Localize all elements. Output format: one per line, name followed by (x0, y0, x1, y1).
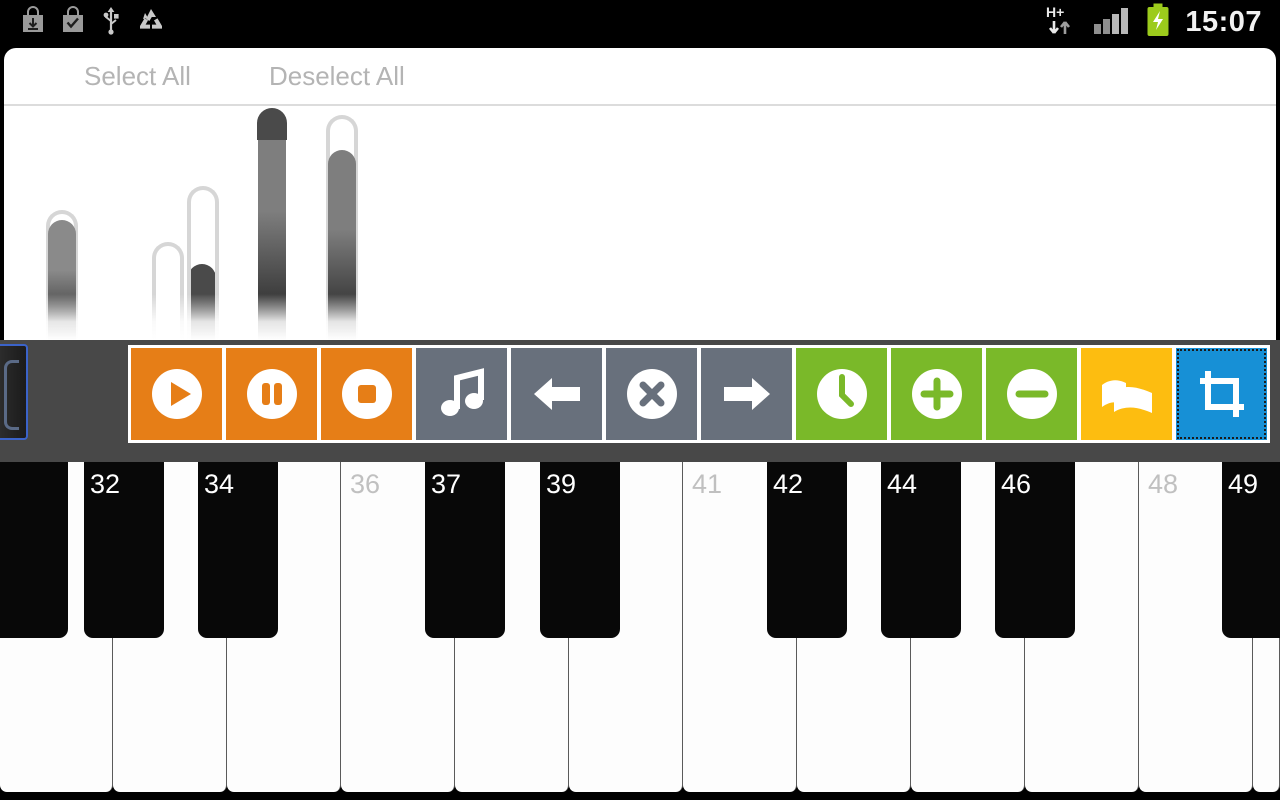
status-bar-left-icons (0, 5, 166, 40)
open-button[interactable] (1081, 348, 1172, 440)
stop-button[interactable] (321, 348, 412, 440)
close-circle-icon (621, 363, 683, 425)
music-note-icon (431, 363, 493, 425)
note-button[interactable] (416, 348, 507, 440)
piano-black-key[interactable] (1222, 462, 1280, 638)
back-button[interactable] (511, 348, 602, 440)
slider-panel: Select All Deselect All (4, 48, 1276, 340)
select-all-button[interactable]: Select All (84, 63, 191, 89)
crop-button[interactable] (1176, 348, 1267, 440)
bar-fill[interactable] (48, 220, 76, 340)
battery-charging-icon (1145, 3, 1171, 42)
usb-icon (100, 5, 122, 40)
play-icon (146, 363, 208, 425)
recycle-icon (136, 6, 166, 39)
piano-black-key[interactable] (881, 462, 961, 638)
scroll-left-stub[interactable] (0, 344, 28, 440)
piano-black-key[interactable] (540, 462, 620, 638)
delete-button[interactable] (606, 348, 697, 440)
piano-black-key[interactable] (0, 462, 68, 638)
panel-header: Select All Deselect All (4, 48, 1276, 106)
bar-knob[interactable] (257, 108, 287, 340)
clock-icon (811, 363, 873, 425)
deselect-all-button[interactable]: Deselect All (269, 63, 405, 89)
play-button[interactable] (131, 348, 222, 440)
app-root: H+ 15:07 Select All Deselect All 36 41 4… (0, 0, 1280, 800)
pause-button[interactable] (226, 348, 317, 440)
hsdpa-data-icon: H+ (1043, 3, 1079, 42)
piano-black-key[interactable] (767, 462, 847, 638)
action-toolbar[interactable] (128, 345, 1270, 443)
download-bag-icon (20, 5, 46, 39)
crop-icon (1191, 363, 1253, 425)
bar-fill[interactable] (328, 150, 356, 340)
bar-track[interactable] (152, 242, 184, 340)
bar-track[interactable] (187, 186, 219, 340)
arrow-left-icon (526, 363, 588, 425)
svg-text:H+: H+ (1046, 4, 1064, 20)
arrow-right-icon (716, 363, 778, 425)
plus-circle-icon (906, 363, 968, 425)
stop-icon (336, 363, 398, 425)
status-bar-right-icons: H+ 15:07 (1043, 3, 1280, 42)
status-clock: 15:07 (1185, 5, 1262, 38)
piano-keyboard[interactable]: 36 41 48 32 34 37 39 42 44 46 49 (0, 462, 1280, 800)
folder-open-icon (1096, 363, 1158, 425)
pause-icon (241, 363, 303, 425)
piano-black-key[interactable] (198, 462, 278, 638)
signal-bars-icon (1093, 5, 1131, 40)
forward-button[interactable] (701, 348, 792, 440)
bar-slider-area[interactable] (4, 106, 1276, 340)
checked-bag-icon (60, 5, 86, 39)
duration-button[interactable] (796, 348, 887, 440)
minus-circle-icon (1001, 363, 1063, 425)
decrease-button[interactable] (986, 348, 1077, 440)
piano-black-key[interactable] (84, 462, 164, 638)
status-bar: H+ 15:07 (0, 0, 1280, 44)
increase-button[interactable] (891, 348, 982, 440)
piano-black-key[interactable] (995, 462, 1075, 638)
piano-black-key[interactable] (425, 462, 505, 638)
